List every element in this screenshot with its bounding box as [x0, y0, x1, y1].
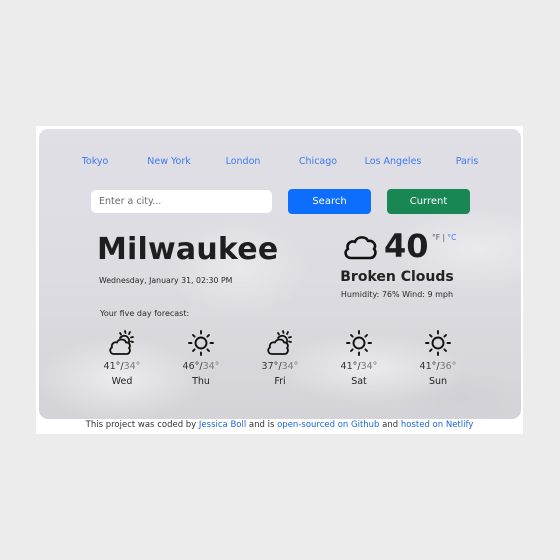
forecast-day: 41°/34° Wed	[92, 329, 152, 387]
forecast-day: 41°/34° Sat	[329, 329, 389, 387]
forecast-high: 41°	[419, 361, 437, 372]
forecast-low: 34°	[281, 361, 299, 372]
forecast-low: 36°	[439, 361, 457, 372]
footer-text: and is	[246, 420, 278, 430]
forecast-low: 34°	[360, 361, 378, 372]
forecast-high: 41°	[103, 361, 121, 372]
forecast-low: 34°	[123, 361, 141, 372]
forecast-day-name: Sat	[351, 376, 367, 387]
city-link-los-angeles[interactable]: Los Angeles	[365, 156, 422, 167]
weather-description: Broken Clouds	[340, 269, 454, 285]
unit-toggle: °F | °C	[432, 233, 456, 242]
forecast-day-name: Thu	[192, 376, 210, 387]
footer: This project was coded by Jessica Boll a…	[36, 420, 523, 430]
partly-cloudy-icon	[109, 330, 134, 355]
city-name: Milwaukee	[97, 232, 279, 267]
forecast-day-name: Fri	[274, 376, 286, 387]
forecast-temps: 46°/34°	[182, 361, 220, 372]
forecast-day: 37°/34° Fri	[250, 329, 310, 387]
forecast-high: 46°	[182, 361, 200, 372]
fahrenheit-link[interactable]: °F	[432, 233, 440, 242]
forecast-temps: 41°/34°	[103, 361, 141, 372]
city-link-london[interactable]: London	[226, 156, 261, 167]
city-search-input[interactable]	[91, 190, 272, 213]
partly-cloudy-icon	[267, 330, 292, 355]
weather-details: Humidity: 76% Wind: 9 mph	[340, 290, 454, 299]
current-date: Wednesday, January 31, 02:30 PM	[99, 276, 233, 285]
forecast-temps: 41°/36°	[419, 361, 457, 372]
forecast-day: 41°/36° Sun	[408, 329, 468, 387]
github-link[interactable]: open-sourced on Github	[277, 420, 379, 430]
forecast-temps: 37°/34°	[261, 361, 299, 372]
cloud-icon	[344, 236, 377, 260]
forecast-day: 46°/34° Thu	[171, 329, 231, 387]
forecast-temps: 41°/34°	[340, 361, 378, 372]
current-temperature: 40	[384, 227, 429, 265]
sun-icon	[188, 330, 214, 356]
app-frame: Tokyo New York London Chicago Los Angele…	[36, 126, 523, 434]
current-location-button[interactable]: Current	[387, 189, 470, 214]
sun-icon	[425, 330, 451, 356]
footer-text: and	[379, 420, 401, 430]
sun-icon	[346, 330, 372, 356]
city-link-chicago[interactable]: Chicago	[299, 156, 337, 167]
weather-card: Tokyo New York London Chicago Los Angele…	[39, 129, 521, 419]
forecast-low: 34°	[202, 361, 220, 372]
search-button[interactable]: Search	[288, 189, 371, 214]
footer-text: This project was coded by	[85, 420, 199, 430]
celsius-link[interactable]: °C	[447, 233, 456, 242]
forecast-day-name: Sun	[428, 376, 448, 387]
city-links: Tokyo New York London Chicago Los Angele…	[39, 156, 521, 170]
city-link-paris[interactable]: Paris	[456, 156, 479, 167]
unit-separator: |	[442, 233, 445, 242]
forecast-high: 41°	[340, 361, 358, 372]
city-link-new-york[interactable]: New York	[147, 156, 191, 167]
forecast-title: Your five day forecast:	[100, 309, 190, 318]
forecast-day-name: Wed	[111, 376, 133, 387]
forecast-high: 37°	[261, 361, 279, 372]
city-link-tokyo[interactable]: Tokyo	[82, 156, 109, 167]
author-link[interactable]: Jessica Boll	[199, 420, 246, 430]
netlify-link[interactable]: hosted on Netlify	[401, 420, 473, 430]
